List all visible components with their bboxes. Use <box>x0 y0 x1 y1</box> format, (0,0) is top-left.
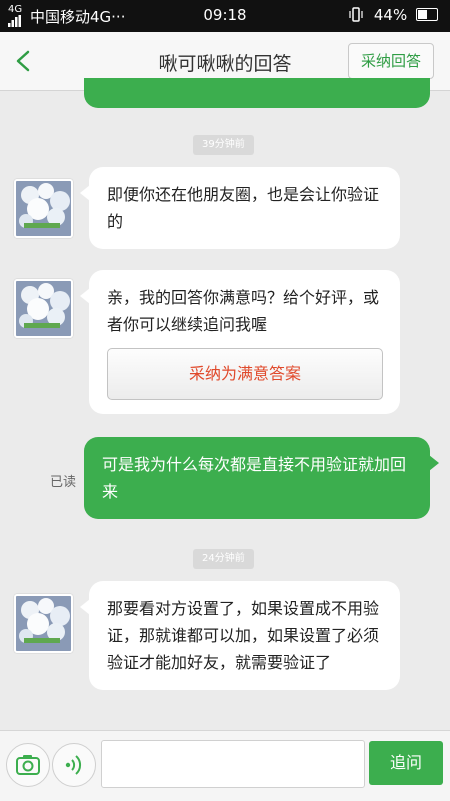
message-bubble: 那要看对方设置了，如果设置成不用验证，那就谁都可以加，如果设置了必须验证才能加好… <box>80 581 400 690</box>
battery-status: 44% <box>349 6 438 24</box>
timestamp: 39分钟前 <box>193 135 254 155</box>
message-bubble: 即便你还在他朋友圈，也是会让你验证的 <box>80 167 400 249</box>
timestamp: 24分钟前 <box>193 549 254 569</box>
voice-icon <box>65 755 82 775</box>
avatar[interactable] <box>14 594 73 653</box>
battery-percent: 44% <box>373 6 408 24</box>
message-input[interactable] <box>101 740 365 788</box>
message-text: 亲，我的回答你满意吗？给个好评，或者你可以继续追问我喔 <box>107 288 380 334</box>
voice-button[interactable] <box>52 743 96 787</box>
battery-icon <box>416 8 438 21</box>
adopt-answer-button[interactable]: 采纳回答 <box>348 43 434 79</box>
avatar[interactable] <box>14 279 73 338</box>
camera-icon <box>16 755 40 775</box>
input-bar: 追问 <box>0 730 450 801</box>
status-bar: 4G 中国移动4G··· 09:18 44% <box>0 0 450 32</box>
camera-button[interactable] <box>6 743 50 787</box>
message-bubble-outgoing: 可是我为什么每次都是直接不用验证就加回来 <box>84 437 439 519</box>
vibrate-icon <box>349 7 363 22</box>
message-text: 可是我为什么每次都是直接不用验证就加回来 <box>102 455 407 501</box>
previous-message-bubble <box>84 78 430 108</box>
read-status: 已读 <box>50 475 77 490</box>
adopt-satisfactory-button[interactable]: 采纳为满意答案 <box>107 348 383 400</box>
follow-up-button[interactable]: 追问 <box>369 741 443 785</box>
avatar[interactable] <box>14 179 73 238</box>
message-text: 那要看对方设置了，如果设置成不用验证，那就谁都可以加，如果设置了必须验证才能加好… <box>107 599 380 672</box>
message-bubble: 亲，我的回答你满意吗？给个好评，或者你可以继续追问我喔 采纳为满意答案 <box>80 270 400 414</box>
message-text: 即便你还在他朋友圈，也是会让你验证的 <box>107 185 380 231</box>
